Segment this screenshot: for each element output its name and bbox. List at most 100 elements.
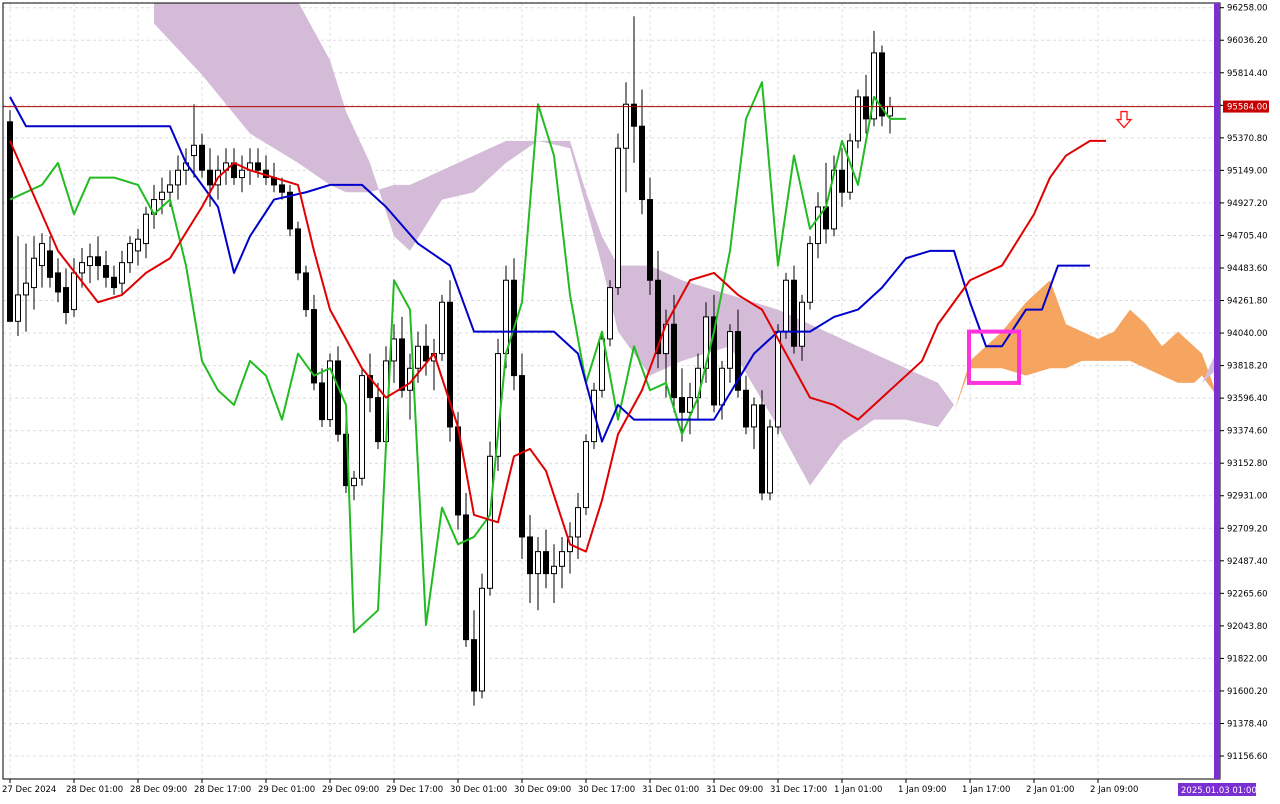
y-tick-label: 91156.60 [1227,752,1268,762]
x-tick-label: 29 Dec 01:00 [258,785,315,795]
candle [879,45,885,127]
x-tick-label: 29 Dec 09:00 [322,785,379,795]
candle-body-bullish [855,96,861,142]
chart-svg[interactable]: 96258.0096036.2095814.4095592.6095370.80… [0,0,1280,800]
x-tick-label: 30 Dec 09:00 [514,785,571,795]
ichimoku-chart[interactable]: 96258.0096036.2095814.4095592.6095370.80… [0,0,1280,800]
candle-body-bearish [399,338,405,391]
candle-body-bullish [127,243,133,264]
candle-body-bearish [103,265,109,278]
candle-body-bearish [759,404,765,494]
candle-body-bearish [111,276,117,289]
x-tick-label: 2 Jan 01:00 [1026,785,1074,795]
candle-body-bearish [7,121,13,322]
candle-body-bearish [743,389,749,428]
candle-body-bearish [95,256,101,267]
candle-body-bearish [303,272,309,311]
y-tick-label: 93818.20 [1227,362,1268,372]
candle-body-bullish [623,103,629,149]
candle-body-bullish [799,301,805,347]
candle-body-bearish [791,279,797,347]
x-tick-label: 28 Dec 17:00 [194,785,251,795]
candle-body-bearish [287,191,293,230]
y-tick-label: 92043.80 [1227,622,1268,632]
x-tick-label: 28 Dec 09:00 [130,785,187,795]
candle-body-bearish [679,397,685,413]
x-tick-label: 1 Jan 01:00 [834,785,882,795]
candle [855,89,861,149]
chart-background [0,0,1280,800]
candle-body-bearish [639,125,645,201]
candle-body-bearish [295,228,301,274]
candle-body-bullish [727,331,733,369]
candle-body-bullish [815,206,821,245]
candle-body-bullish [159,191,165,201]
candle-body-bullish [15,294,21,322]
x-tick-label: 2 Jan 09:00 [1090,785,1138,795]
y-tick-label: 92487.40 [1227,557,1268,567]
candle-body-bearish [423,345,429,362]
candle [767,419,773,501]
candle [607,280,613,347]
candle-body-bearish [863,96,869,120]
candle [447,280,453,442]
candle [327,353,333,427]
candle-body-bearish [839,169,845,193]
candle [463,492,469,647]
candle [295,221,301,281]
candle-body-bullish [751,404,757,428]
candle-body-bearish [647,199,653,281]
candle [479,573,485,699]
y-tick-label: 95370.80 [1227,134,1268,144]
time-marker-bar [1214,3,1220,779]
candle-body-bullish [359,375,365,479]
candle-body-bullish [583,441,589,509]
y-tick-label: 95814.40 [1227,69,1268,79]
x-tick-label: 1 Jan 09:00 [898,785,946,795]
candle-body-bearish [255,162,261,171]
x-tick-label: 29 Dec 17:00 [386,785,443,795]
candle-body-bullish [719,367,725,406]
x-tick-label: 28 Dec 01:00 [66,785,123,795]
candle-body-bearish [319,382,325,421]
candle-body-bullish [559,551,565,567]
candle-body-bearish [671,323,677,399]
candle-body-bullish [503,279,509,355]
current-price-label-text: 95584.00 [1227,103,1268,113]
candle [359,368,365,486]
candle-body-bullish [119,262,125,284]
candle-body-bearish [199,144,205,171]
x-tick-label: 31 Dec 09:00 [706,785,763,795]
y-tick-label: 93152.80 [1227,459,1268,469]
y-tick-label: 94927.20 [1227,199,1268,209]
y-tick-label: 92931.00 [1227,492,1268,502]
candle-body-bullish [239,169,245,179]
candle-body-bearish [335,360,341,435]
candle-body-bullish [39,243,45,267]
candle-body-bullish [415,345,421,369]
candle-body-bearish [471,639,477,692]
y-tick-label: 95149.00 [1227,166,1268,176]
candle-body-bearish [63,287,69,314]
y-tick-label: 91600.20 [1227,687,1268,697]
candle-body-bullish [575,507,581,538]
candle-body-bullish [767,426,773,494]
y-tick-label: 92265.60 [1227,589,1268,599]
candle-body-bullish [775,331,781,428]
candle-body-bearish [463,514,469,641]
current-price-label: 95584.00 [1223,100,1269,113]
candle-body-bullish [31,257,37,289]
candle-body-bearish [375,397,381,443]
x-tick-label: 30 Dec 01:00 [450,785,507,795]
y-tick-label: 94040.00 [1227,329,1268,339]
y-tick-label: 93374.60 [1227,427,1268,437]
candle-body-bearish [207,169,213,186]
candle-body-bullish [135,238,141,252]
candle-body-bearish [279,184,285,193]
candle-body-bullish [535,551,541,575]
candle-body-bullish [439,301,445,355]
x-tick-label: 30 Dec 17:00 [578,785,635,795]
x-tick-label: 1 Jan 17:00 [962,785,1010,795]
candle-body-bullish [175,169,181,186]
candle [439,294,445,361]
